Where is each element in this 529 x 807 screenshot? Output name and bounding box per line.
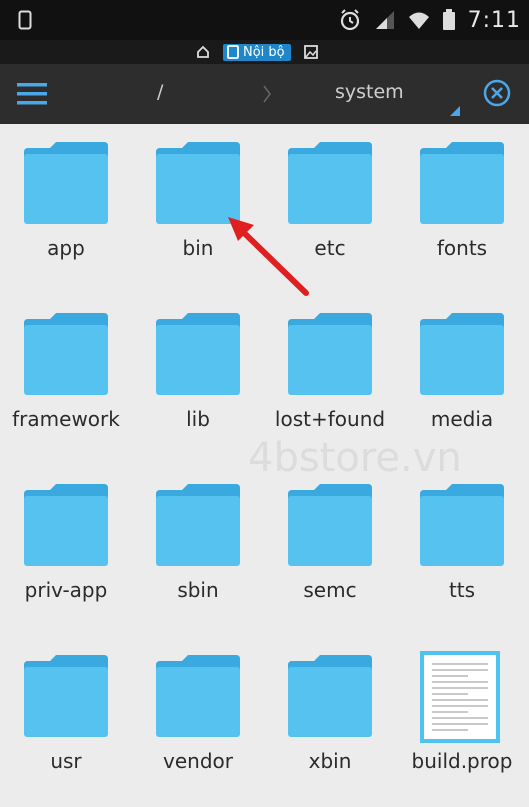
file-name-label: fonts [436, 236, 488, 260]
close-icon[interactable] [482, 78, 512, 108]
folder-item[interactable]: priv-app [0, 466, 132, 636]
file-name-label: app [47, 236, 85, 260]
document-thumbnail-icon [420, 651, 500, 743]
alarm-icon [340, 9, 359, 31]
wifi-icon [408, 12, 429, 29]
file-name-label: build.prop [411, 749, 513, 773]
folder-icon [418, 484, 506, 568]
folder-item[interactable]: vendor [132, 637, 264, 807]
file-name-label: sbin [177, 578, 219, 602]
battery-icon [442, 9, 455, 30]
file-name-label: media [430, 407, 494, 431]
folder-icon [22, 484, 110, 568]
gallery-icon[interactable] [303, 44, 319, 60]
file-name-label: priv-app [24, 578, 108, 602]
folder-item[interactable]: framework [0, 295, 132, 465]
folder-item[interactable]: lib [132, 295, 264, 465]
folder-item[interactable]: semc [264, 466, 396, 636]
toolbar: / system [0, 64, 529, 124]
folder-item[interactable]: app [0, 124, 132, 294]
signal-icon [375, 11, 394, 29]
folder-item[interactable]: sbin [132, 466, 264, 636]
storage-icon [227, 45, 239, 59]
folder-icon [22, 313, 110, 397]
path-current-folder[interactable]: system [335, 81, 404, 103]
folder-icon [418, 313, 506, 397]
menu-icon[interactable] [17, 82, 47, 106]
home-icon[interactable] [195, 44, 211, 60]
folder-item[interactable]: fonts [396, 124, 528, 294]
folder-icon [22, 655, 110, 739]
status-time: 7:11 [467, 7, 521, 33]
path-root[interactable]: / [157, 81, 163, 103]
folder-icon [22, 142, 110, 226]
folder-item[interactable]: tts [396, 466, 528, 636]
file-name-label: semc [303, 578, 357, 602]
status-bar: 7:11 [0, 0, 529, 40]
path-dropdown-icon[interactable] [450, 106, 460, 116]
file-name-label: framework [12, 407, 120, 431]
storage-strip: Nội bộ [0, 40, 529, 64]
storage-label: Nội bộ [243, 44, 285, 60]
file-name-label: xbin [308, 749, 352, 773]
file-name-label: tts [448, 578, 476, 602]
folder-icon [154, 313, 242, 397]
file-name-label: lost+found [274, 407, 386, 431]
folder-icon [154, 655, 242, 739]
storage-badge[interactable]: Nội bộ [223, 43, 291, 61]
file-item[interactable]: build.prop [396, 637, 528, 807]
red-arrow-annotation [228, 217, 309, 296]
file-name-label: lib [186, 407, 210, 431]
phone-icon [18, 10, 32, 30]
folder-icon [154, 484, 242, 568]
file-name-label: vendor [163, 749, 233, 773]
folder-icon [418, 142, 506, 226]
folder-icon [286, 655, 374, 739]
file-name-label: usr [50, 749, 82, 773]
folder-item[interactable]: xbin [264, 637, 396, 807]
watermark: 4bstore.vn [248, 435, 462, 481]
folder-icon [286, 484, 374, 568]
folder-item[interactable]: usr [0, 637, 132, 807]
folder-icon [286, 313, 374, 397]
path-separator-chevron-icon [263, 85, 271, 103]
